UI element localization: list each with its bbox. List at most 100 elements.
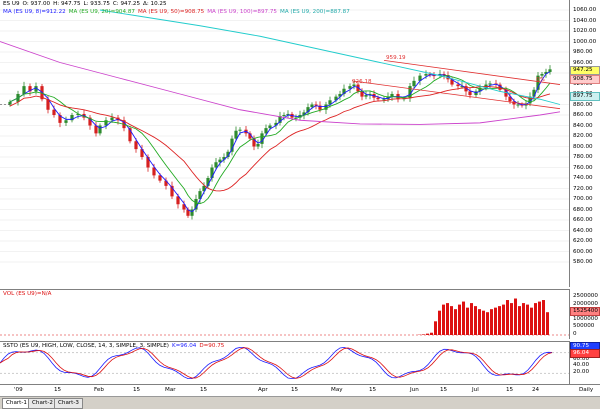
candle-body [22, 86, 25, 94]
stochastic-d: D=90.75 [199, 343, 224, 349]
volume-bar [454, 309, 457, 335]
trend-label-1: 959.19 [386, 55, 406, 61]
stochastic-badge-k: 96.04 [570, 349, 600, 358]
stochastic-header: SSTO (ES U9, HIGH, LOW, CLOSE, 14, 3, SI… [3, 343, 227, 350]
volume-bar [530, 308, 533, 335]
candle-body [456, 85, 459, 87]
trend-label-2: 926.18 [352, 79, 372, 85]
low-value: L: 933.75 [84, 1, 110, 7]
candle-body [282, 115, 285, 116]
volume-header: VOL (ES U9)=N/A [3, 291, 52, 298]
volume-axis[interactable]: 2500000200000015000001000000500000015254… [570, 289, 600, 338]
close-value: C: 947.25 [113, 1, 140, 7]
price-tick: 780.00 [573, 154, 593, 160]
candle-body [376, 98, 379, 100]
stochastic-k: K=96.04 [172, 343, 196, 349]
time-axis-label: Jul [472, 387, 479, 393]
stochastic-name: SSTO (ES U9, HIGH, LOW, CLOSE, 14, 3, SI… [3, 343, 169, 349]
volume-bar [478, 309, 481, 335]
marker-label: 0% [536, 77, 545, 83]
candle-body [548, 69, 551, 72]
time-axis-label: 15 [369, 387, 376, 393]
price-tick: 880.00 [573, 102, 593, 108]
volume-bar [494, 308, 497, 335]
price-tick: 760.00 [573, 165, 593, 171]
time-axis-label: 15 [200, 387, 207, 393]
volume-bar [446, 303, 449, 335]
price-tick: 1000.00 [573, 39, 596, 45]
candle-body [104, 120, 107, 125]
price-tick: 660.00 [573, 217, 593, 223]
price-tick: 640.00 [573, 228, 593, 234]
time-axis[interactable]: '0915Feb15Mar15Apr15May15Jun15Jul1524Dai… [0, 384, 600, 396]
tab-chart-2[interactable]: Chart-2 [28, 398, 57, 409]
volume-bar [486, 312, 489, 335]
volume-tick: 0 [573, 331, 577, 337]
ma50-label: MA (ES U9, 50)=908.75 [138, 9, 204, 15]
volume-bar [526, 305, 529, 335]
volume-panel[interactable]: VOL (ES U9)=N/A [0, 289, 570, 339]
price-tick: 680.00 [573, 207, 593, 213]
time-axis-label: 24 [532, 387, 539, 393]
last-price-badge: 947.25 [570, 66, 600, 75]
volume-bar [450, 306, 453, 335]
candle-body [238, 130, 241, 131]
price-panel[interactable]: ES U9O: 937.00H: 947.75L: 933.75C: 947.2… [0, 0, 570, 287]
price-tick: 960.00 [573, 60, 593, 66]
price-tick: 700.00 [573, 196, 593, 202]
price-tick: 1040.00 [573, 18, 596, 24]
candle-body [540, 74, 543, 76]
time-axis-label: Daily [579, 387, 593, 393]
stochastic-tick: 40.00 [573, 362, 589, 368]
stochastic-tick: 20.00 [573, 369, 589, 375]
symbol-label: ES U9 [3, 1, 20, 7]
volume-bar [538, 302, 541, 335]
volume-bar [502, 305, 505, 335]
time-axis-label: Jun [410, 387, 419, 393]
volume-badge: 1525400 [570, 307, 600, 316]
price-tick: 820.00 [573, 133, 593, 139]
ma20-label: MA (ES U9, 20)=904.87 [69, 9, 135, 15]
stochastic-axis[interactable]: 60.0040.0020.0090.7596.04 [570, 341, 600, 383]
volume-bar [518, 306, 521, 335]
candle-body [134, 141, 137, 149]
volume-bar [458, 305, 461, 335]
volume-bar [546, 312, 549, 335]
candle-body [364, 95, 367, 97]
volume-bar [534, 303, 537, 335]
time-axis-label: Mar [165, 387, 176, 393]
ma-header: MA (ES U9, 8)=912.22MA (ES U9, 20)=904.8… [3, 9, 353, 16]
chart-tabs: Chart-1Chart-2Chart-3 [0, 396, 600, 409]
ma200-label: MA (ES U9, 200)=887.87 [280, 9, 350, 15]
volume-bar [506, 300, 509, 335]
price-axis[interactable]: 1060.001040.001020.001000.00980.00960.00… [570, 0, 600, 287]
candle-body [468, 91, 471, 95]
candle-body [412, 81, 415, 86]
volume-bar [490, 309, 493, 335]
price-chart-svg[interactable] [0, 0, 569, 287]
ma-badge-1: 908.75 [570, 75, 600, 84]
volume-tick: 1000000 [573, 316, 598, 322]
price-tick: 860.00 [573, 112, 593, 118]
candle-body [98, 126, 101, 134]
tab-chart-3[interactable]: Chart-3 [54, 398, 83, 409]
price-tick: 580.00 [573, 259, 593, 265]
ma8-label: MA (ES U9, 8)=912.22 [3, 9, 66, 15]
tab-chart-1[interactable]: Chart-1 [2, 398, 31, 409]
volume-bar [498, 306, 501, 335]
volume-bar [422, 334, 425, 335]
stochastic-panel[interactable]: SSTO (ES U9, HIGH, LOW, CLOSE, 14, 3, SI… [0, 341, 570, 384]
candle-body [52, 110, 55, 115]
candle-body [488, 84, 491, 85]
ma100-label: MA (ES U9, 100)=897.75 [207, 9, 277, 15]
volume-bar [542, 300, 545, 335]
volume-bar [442, 305, 445, 335]
price-tick: 800.00 [573, 144, 593, 150]
stochastic-d-line [0, 348, 552, 379]
time-axis-label: 15 [54, 387, 61, 393]
time-axis-label: 15 [506, 387, 513, 393]
price-tick: 1060.00 [573, 7, 596, 13]
volume-bar [522, 303, 525, 335]
time-axis-label: Apr [258, 387, 268, 393]
price-tick: 740.00 [573, 175, 593, 181]
